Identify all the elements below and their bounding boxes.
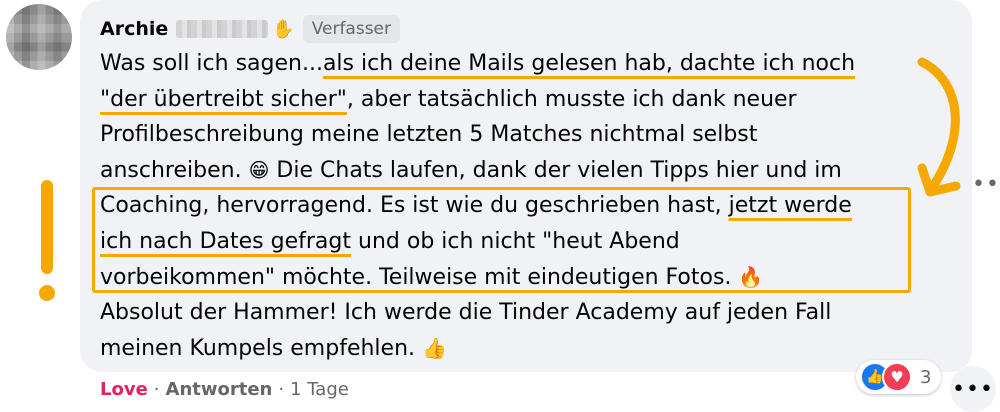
- reply-button[interactable]: Antworten: [166, 379, 273, 400]
- underlined-phrase: ich nach Dates gefragt: [100, 228, 352, 254]
- comment-line: Coaching, hervorragend. Es ist wie du ge…: [100, 193, 852, 219]
- more-options-icon[interactable]: •••: [972, 172, 1000, 197]
- comment-line: Absolut der Hammer! Ich werde die Tinder…: [100, 300, 832, 326]
- comment-line: vorbeikommen" möchte. Teilweise mit eind…: [100, 264, 764, 290]
- separator-dot: ·: [278, 379, 285, 400]
- wave-hand-icon: ✋: [272, 18, 295, 40]
- comment-line: Profilbeschreibung meine letzten 5 Match…: [100, 122, 758, 148]
- reaction-summary[interactable]: 👍 ♥ 3: [856, 360, 942, 394]
- comment-line: anschreiben. 😁 Die Chats laufen, dank de…: [100, 157, 842, 183]
- more-options-button[interactable]: •••: [950, 366, 996, 412]
- author-badge: Verfasser: [302, 15, 401, 43]
- love-icon: ♥: [882, 362, 912, 392]
- underlined-phrase: jetzt werde: [728, 193, 852, 219]
- comment-line: "der übertreibt sicher", aber tatsächlic…: [100, 86, 797, 112]
- comment-header: Archie ✋ Verfasser: [100, 13, 401, 45]
- exclamation-mark-icon: [39, 180, 55, 301]
- comment-actions: Love · Antworten · 1 Tage: [100, 379, 349, 400]
- separator-dot: ·: [153, 379, 160, 400]
- grin-emoji-icon: 😁: [248, 157, 270, 182]
- fire-emoji-icon: 🔥: [738, 264, 764, 289]
- comment-line: ich nach Dates gefragt und ob ich nicht …: [100, 228, 680, 254]
- comment-text: Was soll ich sagen...als ich deine Mails…: [100, 46, 920, 366]
- avatar[interactable]: [6, 4, 72, 70]
- comment-line: meinen Kumpels empfehlen. 👍: [100, 335, 447, 361]
- blurred-surname: [176, 20, 269, 38]
- author-name[interactable]: Archie: [100, 18, 168, 40]
- underlined-phrase: als ich deine Mails gelesen hab, dachte …: [322, 51, 856, 76]
- comment-line: Was soll ich sagen...als ich deine Mails…: [100, 51, 856, 76]
- reaction-count: 3: [920, 366, 932, 388]
- underlined-phrase: "der übertreibt sicher": [100, 86, 347, 112]
- comment-timestamp[interactable]: 1 Tage: [290, 379, 349, 400]
- love-reaction-button[interactable]: Love: [100, 379, 148, 400]
- thumbs-up-emoji-icon: 👍: [422, 335, 447, 360]
